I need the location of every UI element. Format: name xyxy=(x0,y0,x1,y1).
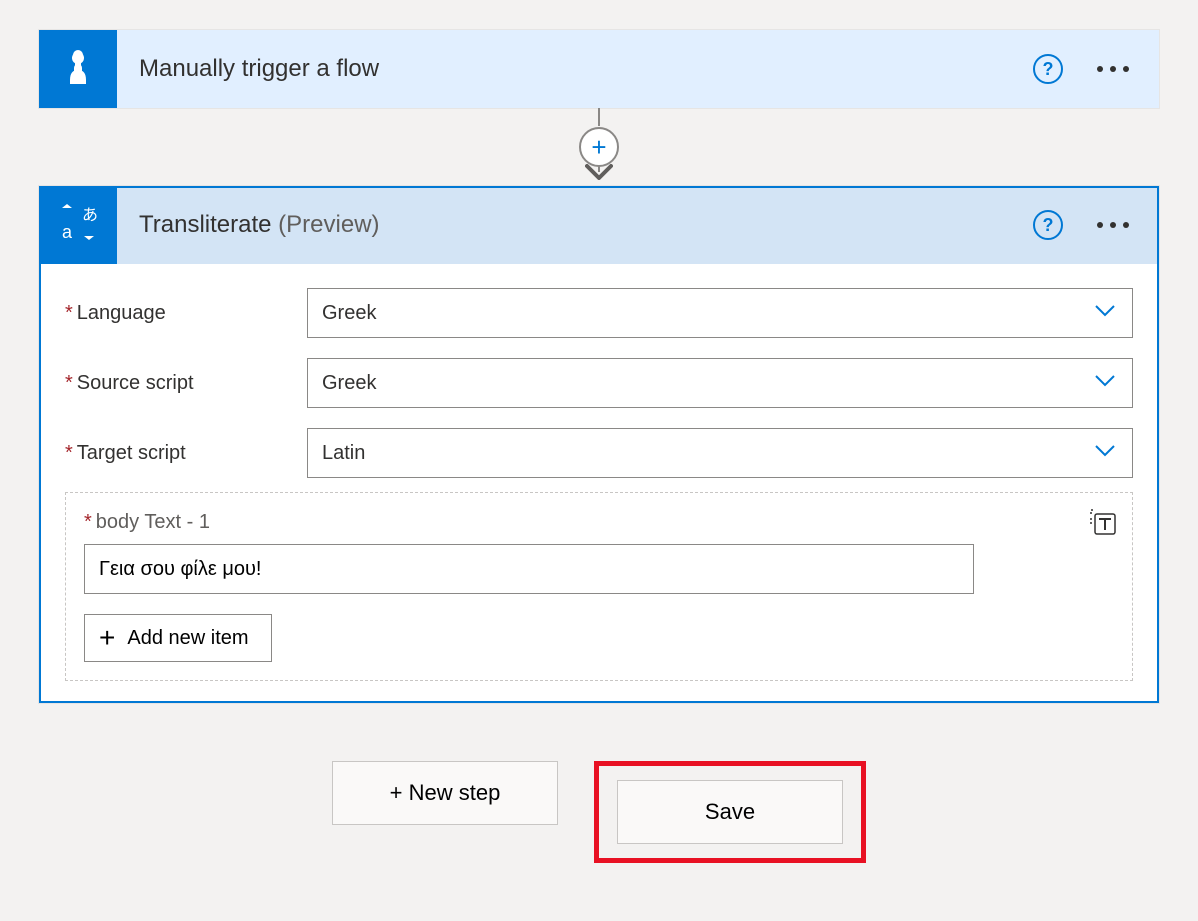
trigger-title: Manually trigger a flow xyxy=(117,55,1033,83)
body-text-array: *body Text - 1 + Add new item xyxy=(65,492,1133,681)
help-icon[interactable]: ? xyxy=(1033,210,1063,240)
action-title-suffix: (Preview) xyxy=(278,211,379,238)
connector: + xyxy=(39,108,1159,186)
insert-step-button[interactable]: + xyxy=(579,127,619,167)
more-menu-button[interactable] xyxy=(1095,216,1131,234)
target-script-value: Latin xyxy=(322,442,1092,465)
add-new-item-button[interactable]: + Add new item xyxy=(84,614,272,662)
field-source-script: *Source script Greek xyxy=(65,358,1133,408)
field-label-target-script: *Target script xyxy=(65,442,307,465)
translate-icon: あ a xyxy=(58,202,98,248)
new-step-button[interactable]: + New step xyxy=(332,761,558,825)
chevron-down-icon xyxy=(1092,367,1118,399)
add-new-item-label: Add new item xyxy=(127,627,248,650)
switch-to-text-mode-icon[interactable] xyxy=(1088,507,1118,537)
action-title-text: Transliterate xyxy=(139,211,272,238)
body-text-input[interactable] xyxy=(84,544,974,594)
save-button[interactable]: Save xyxy=(617,780,843,844)
chevron-down-icon xyxy=(1092,297,1118,329)
svg-text:あ: あ xyxy=(82,206,98,224)
action-header[interactable]: あ a Transliterate (Preview) ? xyxy=(39,186,1159,264)
save-highlight: Save xyxy=(594,761,866,863)
trigger-card[interactable]: Manually trigger a flow ? xyxy=(39,30,1159,108)
body-text-label: *body Text - 1 xyxy=(84,511,1114,534)
manual-trigger-icon xyxy=(58,46,98,92)
target-script-select[interactable]: Latin xyxy=(307,428,1133,478)
trigger-icon-tile xyxy=(39,30,117,108)
svg-text:a: a xyxy=(62,222,73,242)
field-label-language: *Language xyxy=(65,302,307,325)
help-icon[interactable]: ? xyxy=(1033,54,1063,84)
field-language: *Language Greek xyxy=(65,288,1133,338)
more-menu-button[interactable] xyxy=(1095,60,1131,78)
trigger-header[interactable]: Manually trigger a flow ? xyxy=(39,30,1159,108)
source-script-select[interactable]: Greek xyxy=(307,358,1133,408)
source-script-value: Greek xyxy=(322,372,1092,395)
plus-icon: + xyxy=(99,624,115,652)
field-target-script: *Target script Latin xyxy=(65,428,1133,478)
language-select[interactable]: Greek xyxy=(307,288,1133,338)
chevron-down-icon xyxy=(1092,437,1118,469)
action-card: あ a Transliterate (Preview) ? *Language xyxy=(39,186,1159,703)
action-icon-tile: あ a xyxy=(39,186,117,264)
action-title: Transliterate (Preview) xyxy=(117,211,1033,239)
field-label-source-script: *Source script xyxy=(65,372,307,395)
language-value: Greek xyxy=(322,302,1092,325)
footer-actions: + New step Save xyxy=(0,761,1198,863)
action-body: *Language Greek *Source script Greek xyxy=(39,264,1159,703)
